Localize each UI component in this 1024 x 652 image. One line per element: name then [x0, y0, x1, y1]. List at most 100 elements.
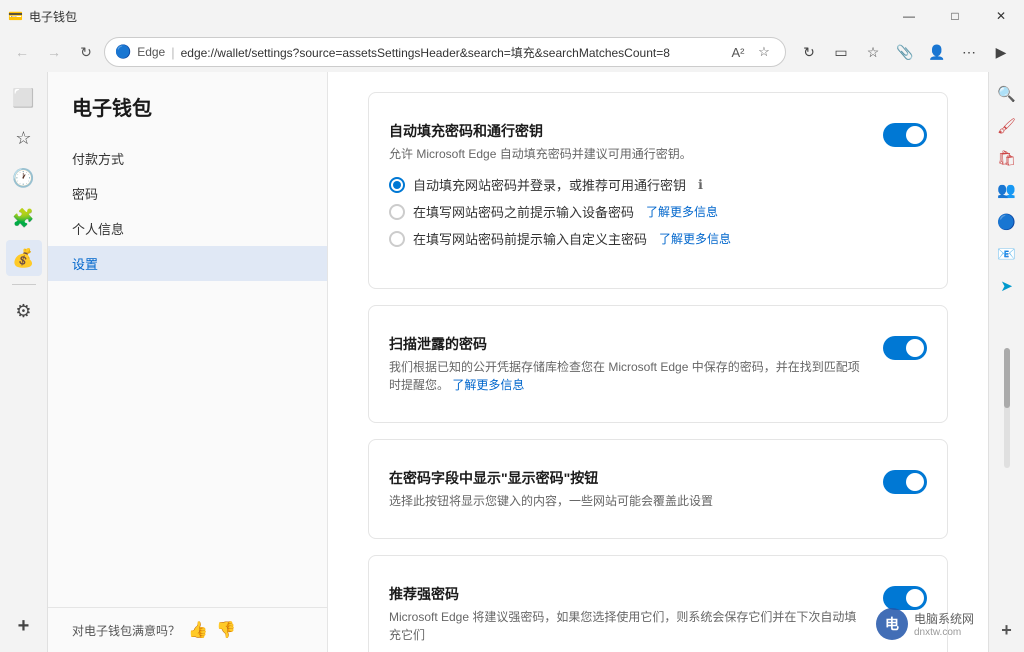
sidebar-bottom: +: [6, 608, 42, 652]
profile-icon[interactable]: 👤: [922, 37, 952, 67]
collections-icon[interactable]: 📎: [890, 37, 920, 67]
nav-panel-title: 电子钱包: [48, 92, 327, 141]
radio-circle-custom: [389, 231, 405, 247]
scan-link[interactable]: 了解更多信息: [452, 378, 524, 392]
nav-item-password[interactable]: 密码: [48, 176, 327, 211]
autofill-toggle[interactable]: [883, 123, 927, 147]
scan-setting-row: 扫描泄露的密码 我们根据已知的公开凭据存储库检查您在 Microsoft Edg…: [389, 322, 927, 406]
minimize-button[interactable]: —: [886, 0, 932, 32]
sidebar-separator: [12, 284, 36, 285]
autofill-desc: 允许 Microsoft Edge 自动填充密码并建议可用通行密钥。: [389, 145, 731, 163]
window-controls: — □ ✕: [886, 0, 1024, 32]
radio-autofill[interactable]: 自动填充网站密码并登录，或推荐可用通行密钥 ℹ: [389, 171, 731, 198]
scrollbar-track: [1004, 348, 1010, 468]
scan-desc: 我们根据已知的公开凭据存储库检查您在 Microsoft Edge 中保存的密码…: [389, 358, 863, 394]
sidebar-item-favorites[interactable]: ☆: [6, 120, 42, 156]
title-bar-left: 💳 电子钱包: [8, 8, 77, 25]
nav-panel: 电子钱包 付款方式 密码 个人信息 设置 对电子钱包满意吗？ 👍 👎: [48, 72, 328, 652]
content-area: 自动填充密码和通行密钥 允许 Microsoft Edge 自动填充密码并建议可…: [328, 72, 988, 652]
scan-setting-content: 扫描泄露的密码 我们根据已知的公开凭据存储库检查您在 Microsoft Edg…: [389, 334, 863, 394]
refresh-feed-icon[interactable]: ↻: [794, 37, 824, 67]
sidebar-item-extensions[interactable]: 🧩: [6, 200, 42, 236]
strong-pwd-content: 推荐强密码 Microsoft Edge 将建议强密码，如果您选择使用它们，则系…: [389, 584, 863, 644]
device-pwd-link[interactable]: 了解更多信息: [646, 203, 718, 220]
strong-pwd-title: 推荐强密码: [389, 584, 863, 604]
arrow-right-icon[interactable]: ➤: [993, 272, 1021, 300]
site-icon: 🔵: [115, 44, 131, 60]
section-show-pwd: 在密码字段中显示"显示密码"按钮 选择此按钮将显示您键入的内容，一些网站可能会覆…: [368, 439, 948, 539]
section-autofill: 自动填充密码和通行密钥 允许 Microsoft Edge 自动填充密码并建议可…: [368, 92, 948, 289]
scan-toggle[interactable]: [883, 336, 927, 360]
custom-pwd-link[interactable]: 了解更多信息: [659, 230, 731, 247]
scan-title: 扫描泄露的密码: [389, 334, 863, 354]
sidebar-item-wallet[interactable]: 💰: [6, 240, 42, 276]
strong-pwd-row: 推荐强密码 Microsoft Edge 将建议强密码，如果您选择使用它们，则系…: [389, 572, 927, 652]
maximize-button[interactable]: □: [932, 0, 978, 32]
refresh-button[interactable]: ↻: [72, 38, 100, 66]
back-button[interactable]: ←: [8, 38, 36, 66]
section-strong-pwd: 推荐强密码 Microsoft Edge 将建议强密码，如果您选择使用它们，则系…: [368, 555, 948, 652]
tab-icon: 💳: [8, 9, 23, 23]
sidebar-item-history[interactable]: 🕐: [6, 160, 42, 196]
sidebar-toggle-icon[interactable]: ▶: [986, 37, 1016, 67]
sidebar-item-tabs[interactable]: ⬜: [6, 80, 42, 116]
thumbs-down-icon[interactable]: 👎: [216, 620, 236, 640]
nav-panel-feedback: 对电子钱包满意吗？ 👍 👎: [48, 607, 327, 652]
show-pwd-row: 在密码字段中显示"显示密码"按钮 选择此按钮将显示您键入的内容，一些网站可能会覆…: [389, 456, 927, 522]
radio-circle-device: [389, 204, 405, 220]
bag-right-icon[interactable]: 🛍: [993, 144, 1021, 172]
url-text: edge://wallet/settings?source=assetsSett…: [181, 44, 721, 61]
main-layout: ⬜ ☆ 🕐 🧩 💰 ⚙ + 电子钱包 付款方式 密码 个人信息 设置 对电子钱包…: [0, 72, 1024, 652]
favorites-icon[interactable]: ☆: [753, 41, 775, 63]
radio-custom-label: 在填写网站密码前提示输入自定义主密码: [413, 229, 647, 248]
radio-circle-autofill: [389, 177, 405, 193]
people-right-icon[interactable]: 👥: [993, 176, 1021, 204]
strong-pwd-desc: Microsoft Edge 将建议强密码，如果您选择使用它们，则系统会保存它们…: [389, 608, 863, 644]
thumbs-up-icon[interactable]: 👍: [188, 620, 208, 640]
right-sidebar-bottom: +: [993, 616, 1021, 652]
favorites-toolbar-icon[interactable]: ☆: [858, 37, 888, 67]
strong-pwd-toggle[interactable]: [883, 586, 927, 610]
reader-mode-icon[interactable]: A²: [727, 41, 749, 63]
radio-autofill-label: 自动填充网站密码并登录，或推荐可用通行密钥: [413, 175, 686, 194]
nav-item-personal[interactable]: 个人信息: [48, 211, 327, 246]
forward-button[interactable]: →: [40, 38, 68, 66]
add-right-button[interactable]: +: [993, 616, 1021, 644]
outlook-right-icon[interactable]: 📧: [993, 240, 1021, 268]
autofill-radio-group: 自动填充网站密码并登录，或推荐可用通行密钥 ℹ 在填写网站密码之前提示输入设备密…: [389, 163, 731, 260]
paint-right-icon[interactable]: 🖌: [993, 112, 1021, 140]
address-bar-row: ← → ↻ 🔵 Edge | edge://wallet/settings?so…: [0, 32, 1024, 72]
address-bar-actions: A² ☆: [727, 41, 775, 63]
nav-item-payment[interactable]: 付款方式: [48, 141, 327, 176]
info-icon: ℹ: [698, 177, 703, 193]
nav-item-settings[interactable]: 设置: [48, 246, 327, 281]
title-bar: 💳 电子钱包 — □ ✕: [0, 0, 1024, 32]
autofill-setting-row: 自动填充密码和通行密钥 允许 Microsoft Edge 自动填充密码并建议可…: [389, 109, 927, 272]
search-right-icon[interactable]: 🔍: [993, 80, 1021, 108]
autofill-setting-content: 自动填充密码和通行密钥 允许 Microsoft Edge 自动填充密码并建议可…: [389, 121, 731, 260]
show-pwd-title: 在密码字段中显示"显示密码"按钮: [389, 468, 713, 488]
toolbar-icons: ↻ ▭ ☆ 📎 👤 ⋯ ▶: [794, 37, 1016, 67]
radio-device-pwd[interactable]: 在填写网站密码之前提示输入设备密码 了解更多信息: [389, 198, 731, 225]
right-sidebar: 🔍 🖌 🛍 👥 🔵 📧 ➤ +: [988, 72, 1024, 652]
show-pwd-desc: 选择此按钮将显示您键入的内容，一些网站可能会覆盖此设置: [389, 492, 713, 510]
scrollbar-thumb[interactable]: [1004, 348, 1010, 408]
address-bar[interactable]: 🔵 Edge | edge://wallet/settings?source=a…: [104, 37, 786, 67]
show-pwd-toggle[interactable]: [883, 470, 927, 494]
close-button[interactable]: ✕: [978, 0, 1024, 32]
radio-device-label: 在填写网站密码之前提示输入设备密码: [413, 202, 634, 221]
feedback-text: 对电子钱包满意吗？: [72, 622, 180, 639]
more-button[interactable]: ⋯: [954, 37, 984, 67]
scrollbar-area[interactable]: [1004, 304, 1010, 612]
left-sidebar: ⬜ ☆ 🕐 🧩 💰 ⚙ +: [0, 72, 48, 652]
circle-right-icon[interactable]: 🔵: [993, 208, 1021, 236]
tab-title: 电子钱包: [29, 8, 77, 25]
split-view-icon[interactable]: ▭: [826, 37, 856, 67]
add-sidebar-button[interactable]: +: [6, 608, 42, 644]
edge-label: Edge: [137, 45, 165, 59]
separator: |: [171, 45, 174, 60]
radio-custom-pwd[interactable]: 在填写网站密码前提示输入自定义主密码 了解更多信息: [389, 225, 731, 252]
section-scan: 扫描泄露的密码 我们根据已知的公开凭据存储库检查您在 Microsoft Edg…: [368, 305, 948, 423]
show-pwd-content: 在密码字段中显示"显示密码"按钮 选择此按钮将显示您键入的内容，一些网站可能会覆…: [389, 468, 713, 510]
sidebar-item-settings[interactable]: ⚙: [6, 293, 42, 329]
